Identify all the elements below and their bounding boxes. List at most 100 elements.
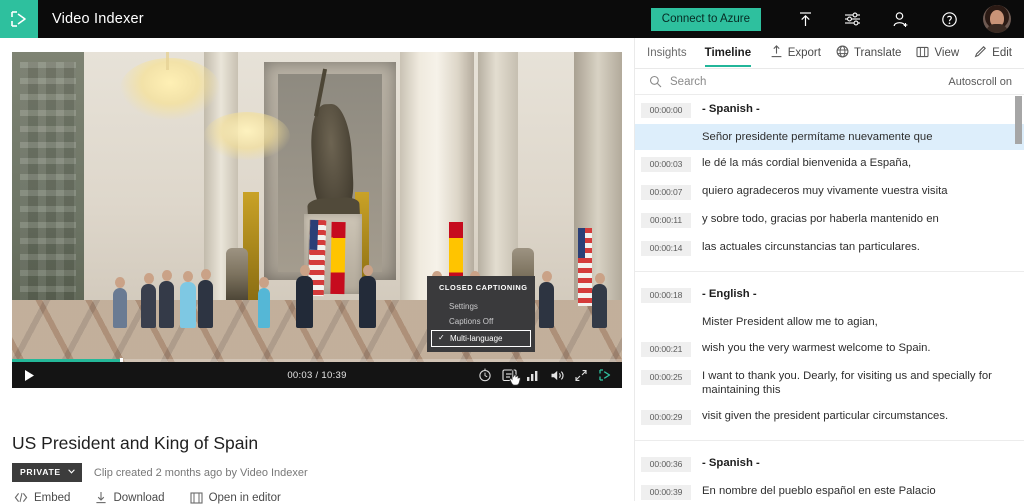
add-person-icon[interactable] — [886, 0, 916, 38]
transcript-group: 00:00:00 - Spanish - Señor presidente perm… — [635, 96, 1024, 262]
chevron-down-icon — [68, 468, 75, 476]
transcript-row[interactable]: 00:00:07 quiero agradeceros muy vivamente… — [635, 178, 1024, 206]
edit-button[interactable]: Edit — [974, 45, 1012, 61]
transcript-row[interactable]: 00:00:14 las actuales circunstancias tan … — [635, 234, 1024, 262]
transcript-scrollbar[interactable] — [1015, 96, 1022, 144]
autoscroll-toggle[interactable]: Autoscroll on — [948, 76, 1012, 88]
settings-sliders-icon[interactable] — [838, 0, 868, 38]
transcript-text: quiero agradeceros muy vivamente vuestra… — [702, 185, 948, 197]
transcript-language-row[interactable]: 00:00:36 - Spanish - — [635, 450, 1024, 478]
transcript-text: y sobre todo, gracias por haberla manten… — [702, 213, 939, 225]
tab-insights[interactable]: Insights — [647, 47, 687, 67]
transcript-timestamp: 00:00:25 — [641, 370, 691, 385]
transcript-text: le dé la más cordial bienvenida a España… — [702, 157, 912, 169]
privacy-badge-label: PRIVATE — [20, 467, 61, 477]
video-player[interactable]: CLOSED CAPTIONING Settings Captions Off … — [12, 52, 622, 388]
app-title: Video Indexer — [52, 11, 144, 27]
transcript-language-label: - Spanish - — [702, 457, 760, 469]
transcript-row[interactable]: 00:00:39 En nombre del pueblo español en … — [635, 478, 1024, 501]
transcript-row[interactable]: 00:00:03 le dé la más cordial bienvenida … — [635, 150, 1024, 178]
open-in-editor-button[interactable]: Open in editor — [190, 492, 281, 504]
avatar-body — [986, 24, 1008, 33]
spain-flag — [330, 221, 346, 295]
search-icon — [649, 75, 662, 88]
download-button[interactable]: Download — [95, 491, 165, 504]
closed-captioning-menu[interactable]: CLOSED CAPTIONING Settings Captions Off … — [427, 276, 535, 352]
replay-icon[interactable] — [474, 362, 496, 388]
person — [592, 273, 607, 328]
person — [198, 269, 213, 328]
transcript-text: En nombre del pueblo español en este Pal… — [702, 485, 936, 497]
play-button[interactable] — [12, 362, 46, 388]
search-bar: Autoscroll on — [635, 69, 1024, 95]
transcript-language-label: - English - — [702, 288, 757, 300]
transcript-language-row[interactable]: 00:00:18 - English - — [635, 281, 1024, 309]
person — [258, 277, 270, 328]
person — [113, 277, 127, 328]
transcript-row[interactable]: Mister President allow me to agian, — [635, 309, 1024, 335]
bust-left — [226, 248, 248, 302]
volume-icon[interactable] — [546, 362, 568, 388]
transcript-text: las actuales circunstancias tan particul… — [702, 241, 920, 253]
privacy-badge[interactable]: PRIVATE — [12, 463, 82, 482]
transcript-text: wish you the very warmest welcome to Spa… — [702, 342, 931, 354]
export-label: Export — [787, 47, 821, 59]
app-header: Video Indexer Connect to Azure — [0, 0, 1024, 38]
translate-button[interactable]: Translate — [836, 45, 902, 61]
created-text: Clip created 2 months ago by Video Index… — [93, 466, 308, 479]
cc-menu-item-captions-off[interactable]: Captions Off — [427, 314, 535, 329]
cc-menu-title: CLOSED CAPTIONING — [439, 283, 528, 292]
transcript-group-separator — [635, 440, 1024, 441]
video-meta-row: PRIVATE Clip created 2 months ago by Vid… — [12, 463, 308, 482]
cc-menu-item-multi-language-label: Multi-language — [450, 334, 503, 343]
transcript-group: 00:00:18 - English - Mister President allo… — [635, 281, 1024, 431]
avatar[interactable] — [983, 5, 1011, 33]
editor-icon — [190, 491, 203, 504]
tab-timeline[interactable]: Timeline — [704, 47, 752, 67]
transcript-row[interactable]: 00:00:29 visit given the president partic… — [635, 403, 1024, 431]
transcript-timestamp: 00:00:07 — [641, 185, 691, 200]
transcript-text: Señor presidente permítame nuevamente qu… — [702, 131, 933, 143]
video-actions: Embed Download Open in editor — [14, 491, 281, 504]
upload-icon[interactable] — [790, 0, 820, 38]
transcript-timestamp: 00:00:14 — [641, 241, 691, 256]
transcript-row[interactable]: 00:00:25 I want to thank you. Dearly, for… — [635, 363, 1024, 403]
transcript-timestamp: 00:00:11 — [641, 213, 691, 228]
embed-button[interactable]: Embed — [14, 492, 70, 504]
person — [141, 273, 156, 328]
view-button[interactable]: View — [916, 46, 959, 61]
page-title: US President and King of Spain — [12, 433, 259, 453]
transcript-group-separator — [635, 271, 1024, 272]
transcript-text: Mister President allow me to agian, — [702, 316, 878, 328]
video-indexer-logo-icon[interactable] — [594, 362, 616, 388]
transcript-row[interactable]: 00:00:11 y sobre todo, gracias por haberl… — [635, 206, 1024, 234]
video-indexer-logo-icon[interactable] — [0, 0, 38, 38]
globe-icon — [836, 45, 849, 61]
transcript-timestamp: 00:00:39 — [641, 485, 691, 500]
connect-to-azure-button[interactable]: Connect to Azure — [650, 7, 761, 31]
quality-icon[interactable] — [522, 362, 544, 388]
cc-menu-item-settings[interactable]: Settings — [427, 299, 535, 314]
help-icon[interactable] — [934, 0, 964, 38]
closed-captioning-icon[interactable] — [498, 362, 521, 388]
fullscreen-icon[interactable] — [570, 362, 592, 388]
person — [359, 265, 376, 328]
translate-label: Translate — [853, 47, 902, 59]
chandelier-1 — [120, 52, 220, 120]
transcript-list[interactable]: 00:00:00 - Spanish - Señor presidente perm… — [635, 96, 1024, 501]
transcript-text: visit given the president particular cir… — [702, 410, 949, 422]
transcript-timestamp — [641, 316, 691, 321]
transcript-language-row[interactable]: 00:00:00 - Spanish - — [635, 96, 1024, 124]
transcript-group: 00:00:36 - Spanish - 00:00:39 En nombre del… — [635, 450, 1024, 501]
export-button[interactable]: Export — [770, 45, 821, 61]
search-input[interactable] — [670, 75, 900, 88]
transcript-row[interactable]: Señor presidente permítame nuevamente qu… — [635, 124, 1024, 150]
cc-menu-item-multi-language[interactable]: ✓ Multi-language — [431, 330, 531, 347]
transcript-timestamp: 00:00:00 — [641, 103, 691, 118]
person — [180, 271, 196, 328]
view-label: View — [934, 47, 960, 59]
transcript-timestamp — [641, 131, 691, 136]
transcript-text: I want to thank you. Dearly, for visitin… — [702, 370, 992, 396]
panel-tools: Export Translate View Edit — [770, 45, 1024, 61]
transcript-row[interactable]: 00:00:21 wish you the very warmest welcom… — [635, 335, 1024, 363]
